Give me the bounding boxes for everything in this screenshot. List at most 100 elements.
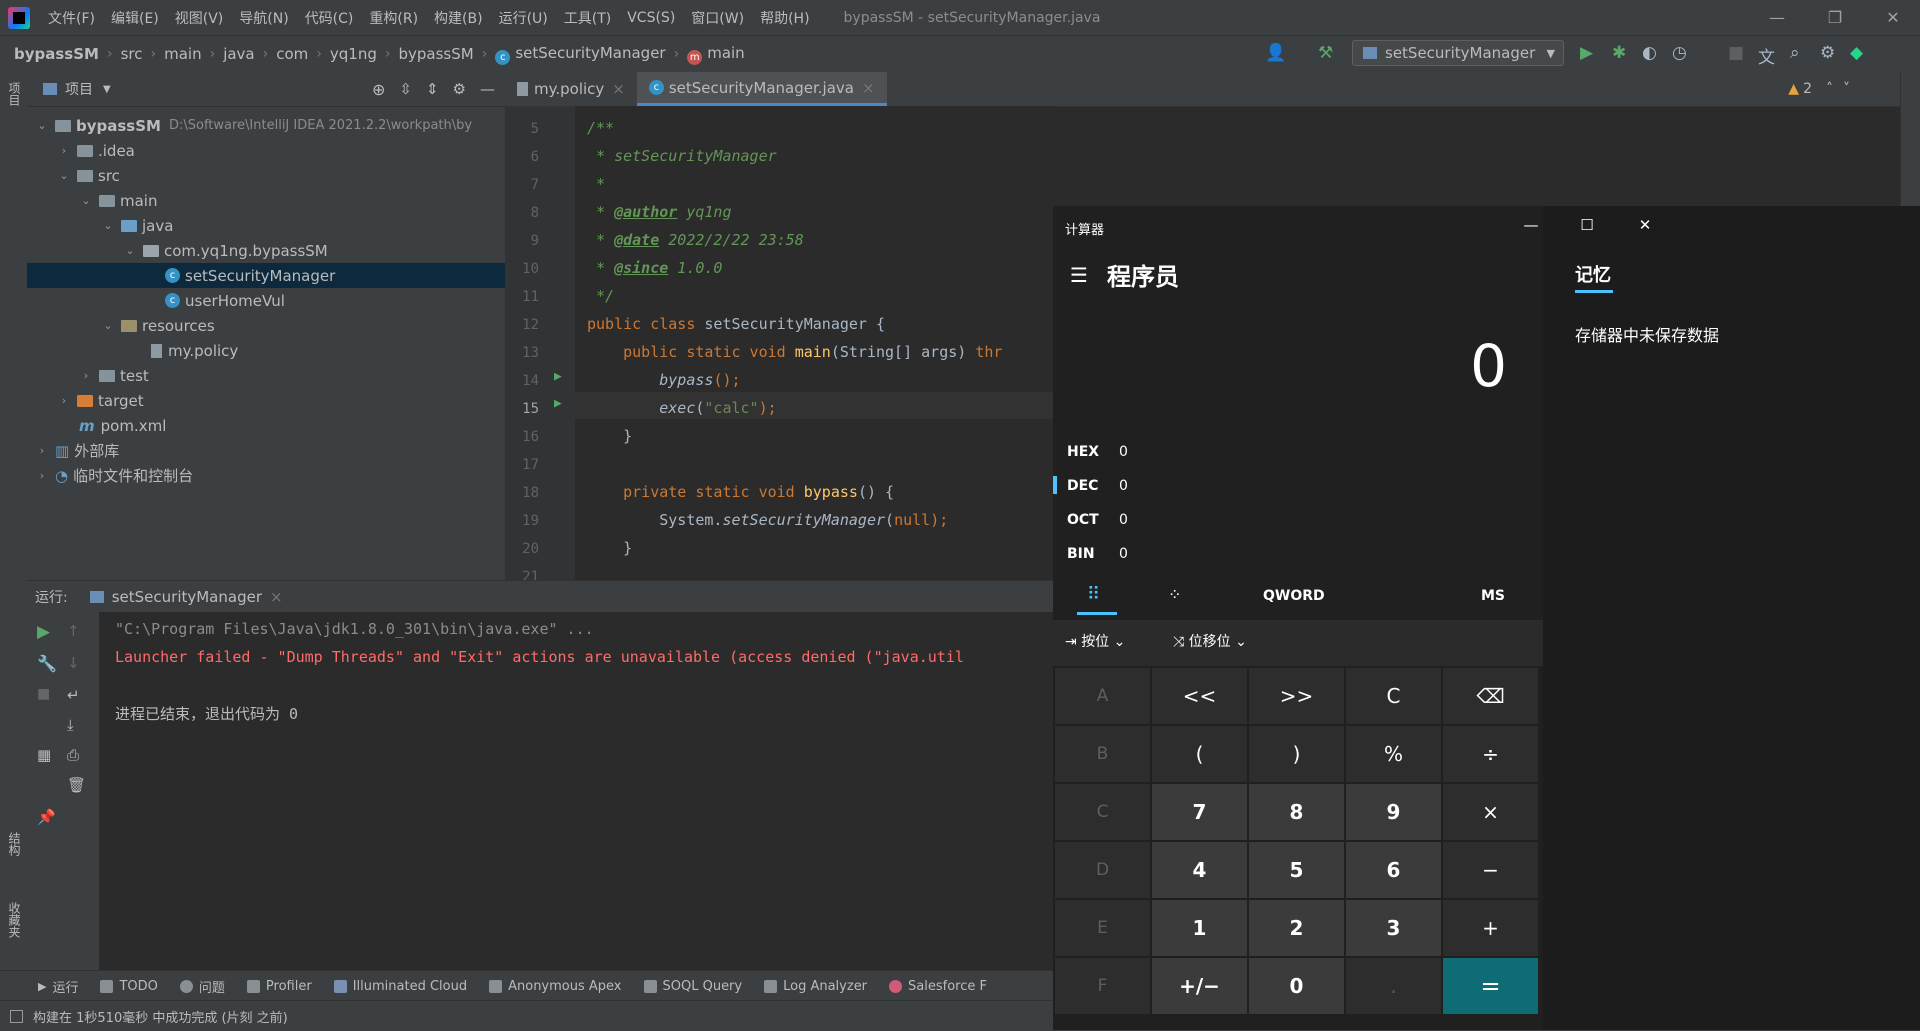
pin-icon[interactable]: 📌 [37,808,56,826]
menu-window[interactable]: 窗口(W) [683,8,752,28]
collapsed-arrow-icon[interactable]: › [35,469,49,482]
tree-item-scratches[interactable]: › ◔ 临时文件和控制台 [27,463,505,488]
memory-store-button[interactable]: MS [1481,588,1505,604]
debug-icon[interactable]: ✱ [1612,43,1626,63]
stop-icon[interactable]: ■ [1728,43,1744,63]
tool-illuminated-cloud[interactable]: Illuminated Cloud [333,979,467,994]
soft-wrap-icon[interactable]: ↵ [67,686,80,704]
scroll-to-end-icon[interactable]: ⤓ [67,716,74,734]
tool-profiler[interactable]: Profiler [246,979,312,994]
profile-icon[interactable]: ◷ [1672,43,1687,63]
key-7[interactable]: 7 [1152,784,1247,840]
layout-icon[interactable]: ▦ [37,746,51,764]
expanded-arrow-icon[interactable]: ⌄ [101,219,115,232]
tree-item-test[interactable]: › test [27,363,505,388]
key-9[interactable]: 9 [1346,784,1441,840]
collapsed-arrow-icon[interactable]: › [35,444,49,457]
key-clear[interactable]: C [1346,668,1441,724]
tab-my-policy[interactable]: my.policy × [505,72,637,106]
user-icon[interactable]: 👤 [1265,43,1286,63]
key-shift-left[interactable]: << [1152,668,1247,724]
project-tool-button[interactable]: 项目 [6,82,23,106]
rerun-icon[interactable]: ▶ [37,622,50,642]
key-e[interactable]: E [1055,900,1150,956]
hide-icon[interactable]: — [480,80,495,98]
key-1[interactable]: 1 [1152,900,1247,956]
menu-navigate[interactable]: 导航(N) [231,8,296,28]
coverage-icon[interactable]: ◐ [1642,43,1657,63]
full-keypad-icon[interactable]: ⠿ [1087,584,1100,605]
run-gutter-icon[interactable]: ▶ [554,369,562,384]
menu-file[interactable]: 文件(F) [40,8,103,28]
inspection-widget[interactable]: ▲ 2 ˄ ˅ [1788,72,1850,106]
restore-icon[interactable]: ❐ [1812,0,1858,35]
key-decimal[interactable]: . [1346,958,1441,1014]
radix-dec[interactable]: DEC [1067,478,1098,494]
wrench-icon[interactable]: 🔧 [37,654,57,673]
breadcrumb-com[interactable]: com [272,45,312,63]
menu-code[interactable]: 代码(C) [297,8,362,28]
search-icon[interactable]: ⌕ [1790,43,1800,63]
tool-todo[interactable]: TODO [100,979,158,994]
minimize-icon[interactable]: — [1511,216,1551,234]
translate-icon[interactable]: 文 [1758,43,1775,68]
radix-hex[interactable]: HEX [1067,444,1099,460]
collapsed-arrow-icon[interactable]: › [79,369,93,382]
chevron-down-icon[interactable]: ˅ [1843,81,1850,97]
memory-tab[interactable]: 记忆 [1575,261,1611,287]
tree-item-userhomevul[interactable]: c userHomeVul [27,288,505,313]
project-panel-title[interactable]: 项目 [65,79,93,99]
tree-item-target[interactable]: › target [27,388,505,413]
tree-root[interactable]: ⌄ bypassSM D:\Software\IntelliJ IDEA 202… [27,113,505,138]
expanded-arrow-icon[interactable]: ⌄ [79,194,93,207]
menu-help[interactable]: 帮助(H) [752,8,817,28]
maximize-icon[interactable]: ☐ [1567,216,1607,234]
trash-icon[interactable]: 🗑 [67,776,86,794]
breadcrumb-src[interactable]: src [117,45,147,63]
intellij-logo-icon[interactable] [8,6,30,29]
tree-item-idea[interactable]: › .idea [27,138,505,163]
tab-setsecuritymanager[interactable]: c setSecurityManager.java × [636,72,887,106]
run-tab[interactable]: setSecurityManager × [89,588,283,606]
structure-tool-button[interactable]: 结构 [6,832,23,856]
hamburger-menu-icon[interactable]: ☰ [1070,263,1088,287]
radix-bin[interactable]: BIN [1067,546,1095,562]
close-tab-icon[interactable]: × [862,79,875,97]
chevron-up-icon[interactable]: ˄ [1826,81,1833,97]
menu-run[interactable]: 运行(U) [491,8,556,28]
expanded-arrow-icon[interactable]: ⌄ [57,169,71,182]
key-percent[interactable]: % [1346,726,1441,782]
expanded-arrow-icon[interactable]: ⌄ [101,319,115,332]
close-tab-icon[interactable]: × [270,588,283,606]
key-add[interactable]: + [1443,900,1538,956]
breadcrumb-method[interactable]: m main [683,44,748,65]
key-f[interactable]: F [1055,958,1150,1014]
key-4[interactable]: 4 [1152,842,1247,898]
key-close-paren[interactable]: ) [1249,726,1344,782]
key-0[interactable]: 0 [1249,958,1344,1014]
bitwise-dropdown[interactable]: ⇥ 按位 ⌄ [1065,631,1125,651]
bit-toggling-keypad-icon[interactable]: ⁘ [1168,585,1181,604]
minimize-icon[interactable]: — [1754,0,1800,35]
stop-icon[interactable]: ■ [37,686,50,702]
tool-anonymous-apex[interactable]: Anonymous Apex [489,979,622,994]
key-shift-right[interactable]: >> [1249,668,1344,724]
key-d[interactable]: D [1055,842,1150,898]
breadcrumb-class[interactable]: c setSecurityManager [491,44,669,65]
tool-run[interactable]: ▶ 运行 [38,977,78,996]
key-b[interactable]: B [1055,726,1150,782]
breadcrumb-yq1ng[interactable]: yq1ng [326,45,381,63]
bitshift-dropdown[interactable]: ⤨ 位移位 ⌄ [1173,631,1247,651]
tree-item-external-libraries[interactable]: › ▥ 外部库 [27,438,505,463]
tree-item-resources[interactable]: ⌄ resources [27,313,505,338]
run-icon[interactable]: ▶ [1580,43,1593,63]
key-6[interactable]: 6 [1346,842,1441,898]
tool-problems[interactable]: 问题 [179,977,225,996]
down-icon[interactable]: ↓ [67,654,80,672]
build-hammer-icon[interactable]: ⚒ [1318,43,1333,63]
menu-tools[interactable]: 工具(T) [556,8,619,28]
tool-salesforce[interactable]: Salesforce F [889,979,987,994]
plugin-icon[interactable]: ◆ [1850,43,1863,63]
key-a[interactable]: A [1055,668,1150,724]
collapsed-arrow-icon[interactable]: › [57,394,71,407]
